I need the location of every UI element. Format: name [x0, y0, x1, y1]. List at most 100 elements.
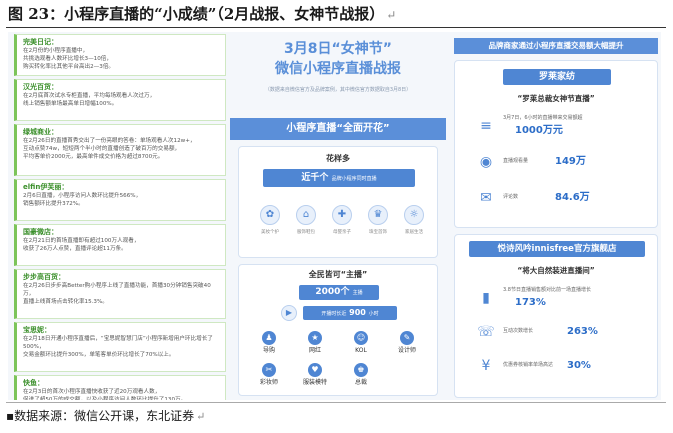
brand1-name: 罗莱家纺: [503, 69, 611, 85]
host-role-label: 网红: [308, 347, 321, 354]
brand-result-title: 步步高百货：: [23, 273, 65, 281]
comment-icon: ✉: [480, 190, 492, 206]
person-icon: ♥: [308, 363, 322, 377]
hosts-box: 全民皆可“主播” 2000个 主播 ▶ 开播时长近 900 小时 ♟ 导购 ★ 网红 ☺…: [238, 264, 438, 396]
brand-results-column: 完美日记： 在2月份的小程序直播中， 共挑选观看人数环比增长3—10倍， 购买转化率比…: [14, 34, 226, 400]
right-top-band: 品牌商家通过小程序直播交易额大幅提升: [454, 38, 658, 54]
stat-value: 173%: [515, 297, 546, 308]
person-icon: ☺: [354, 331, 368, 345]
brand-result-line: 平均客单价2000元，最高单件成交价格为超过8700元。: [23, 154, 164, 160]
category-label: 美妆个护: [261, 230, 279, 235]
stat-value: 149万: [555, 156, 586, 167]
brand-result-title: 宝思妮：: [23, 326, 51, 334]
host-role: ♟ 导购: [251, 331, 287, 355]
brand-result-title: 完美日记：: [23, 38, 58, 46]
brand-result-card: 国豪微店： 在2月21日的首场直播即有超过100万人观看， 收获了26万人点赞，直播…: [14, 224, 226, 266]
brand1-quote: “罗莱总裁女神节直播”: [517, 94, 595, 103]
video-icon: ▶: [281, 305, 297, 321]
brand-result-line: 在2月3日的首次小程序直播快收获了近20万观看人数，: [23, 389, 161, 395]
brand-result-title: 快鱼：: [23, 379, 44, 387]
brand2-name: 悦诗风吟innisfree官方旗舰店: [469, 241, 645, 257]
host-role: ✂ 彩妆师: [251, 363, 287, 387]
brand-result-line: 在2月26日步步高Better购小程序上线了直播功能，首播30分钟销售突破40万…: [23, 283, 211, 297]
brand-result-title: 汉光百货：: [23, 83, 58, 91]
host-role: ♥ 服装模特: [297, 363, 333, 387]
brand-result-line: 在2月26日的直播首秀交出了一份亮眼的答卷：单场观看人次12w+，: [23, 138, 196, 144]
host-role-label: 服装模特: [302, 379, 327, 386]
bottom-rule: [6, 402, 666, 403]
host-role-label: 设计师: [397, 347, 416, 354]
host-count-unit: 主播: [352, 290, 363, 296]
host-role: ☺ KOL: [343, 331, 379, 355]
person-icon: ♚: [354, 363, 368, 377]
brand-result-line: 交易金额环比提升300%，单笔客单价环比增长了70%以上。: [23, 352, 175, 358]
variety-box: 花样多 近千个 品牌小程序同时直播 ✿ 美妆个护 ⌂ 服饰鞋包 ✚ 母婴亲子 ♛ 珠宝首饰 ☼ 家…: [238, 146, 438, 258]
brand-count-label: 品牌小程序同时直播: [331, 176, 377, 182]
hosts-title: 全民皆可“主播”: [308, 270, 368, 279]
hours-unit: 小时: [368, 311, 379, 317]
database-icon: ≡: [480, 118, 492, 134]
host-count-value: 2000个: [315, 287, 350, 297]
hero-note: （数据来自微信官方及品牌案例，其中微信官方数据取自3月8日）: [264, 87, 412, 93]
brand-result-line: 在2月21日的首场直播即有超过100万人观看，: [23, 238, 140, 244]
host-role-label: 彩妆师: [259, 379, 278, 386]
overview-column: 3月8日“女神节” 微信小程序直播战报 （数据来自微信官方及品牌案例，其中微信官…: [230, 32, 446, 400]
brand-result-line: 在2月份的小程序直播中，: [23, 48, 89, 54]
brand-cases-column: 品牌商家通过小程序直播交易额大幅提升 罗莱家纺 “罗莱总裁女神节直播” ≡ 3月7…: [450, 32, 661, 400]
hero-title-line1: 3月8日“女神节”: [284, 41, 392, 57]
brand-count-pill: 近千个 品牌小程序同时直播: [263, 169, 415, 187]
stat-value: 30%: [567, 360, 591, 371]
stat-value: 1000万元: [515, 125, 563, 136]
category-icon: ✚: [332, 205, 352, 225]
category-label: 服饰鞋包: [297, 230, 315, 235]
hours-label: 开播时长近: [321, 311, 347, 317]
stat-value: 263%: [567, 326, 598, 337]
source-text: ▪数据来源：微信公开课，东北证券: [6, 409, 195, 423]
brand1-card: 罗莱家纺 “罗莱总裁女神节直播” ≡ 3月7日，6小时的直播带来交易额超 1000万…: [454, 60, 658, 228]
stat-label: 3月7日，6小时的直播带来交易额超: [503, 115, 583, 121]
hours-pill: 开播时长近 900 小时: [303, 306, 397, 320]
brand-result-card: 快鱼： 在2月3日的首次小程序直播快收获了近20万观看人数， 促进了超50万的成交额…: [14, 375, 226, 400]
hours-value: 900: [349, 308, 366, 317]
host-role: ♚ 总裁: [343, 363, 379, 387]
host-role: ✎ 设计师: [389, 331, 425, 355]
hero-title-line2: 微信小程序直播战报: [275, 61, 401, 77]
brand-result-line: 直播上线首场点击转化率15.3%。: [23, 299, 108, 305]
brand-result-card: 完美日记： 在2月份的小程序直播中， 共挑选观看人数环比增长3—10倍， 购买转化率比…: [14, 34, 226, 76]
brand-count-value: 近千个: [301, 173, 329, 183]
host-role-label: KOL: [355, 347, 367, 354]
brand-result-card: 宝思妮： 在2月18日开通小程序直播后，“宝思妮智慧门店”小程序新增用户环比增长了…: [14, 322, 226, 372]
return-mark: ↵: [386, 8, 397, 22]
category-label: 母婴亲子: [333, 230, 351, 235]
host-count-pill: 2000个 主播: [299, 285, 379, 300]
brand-result-card: 步步高百货： 在2月26日步步高Better购小程序上线了直播功能，首播30分钟销…: [14, 269, 226, 319]
brand2-card: 悦诗风吟innisfree官方旗舰店 “将大自然装进直播间” ▮ 3.8节日直播销…: [454, 234, 658, 398]
category-icon: ☼: [404, 205, 424, 225]
brand-result-line: 收获了26万人点赞，直播评论超11万条。: [23, 246, 127, 252]
coupon-icon: ¥: [481, 358, 491, 374]
brand-result-line: 互动点赞74w，短短两个半小时的直播创造了破百万的交易额，: [23, 146, 181, 152]
title-rule: [6, 27, 666, 28]
brand-result-line: 共挑选观看人数环比增长3—10倍，: [23, 56, 112, 62]
brand-result-line: 销售额环比提升372%。: [23, 201, 84, 207]
category-label: 家居生活: [405, 230, 423, 235]
person-icon: ✎: [400, 331, 414, 345]
bar-chart-icon: ▮: [482, 290, 490, 306]
person-icon: ♟: [262, 331, 276, 345]
source-note: ▪数据来源：微信公开课，东北证券 ↵: [6, 406, 666, 426]
chat-icon: ☏: [477, 324, 495, 340]
host-role: ★ 网红: [297, 331, 333, 355]
brand-result-line: 线上销售额单场最高单日增幅100%。: [23, 101, 118, 107]
category-label: 珠宝首饰: [369, 230, 387, 235]
brand-result-card: 绿城商业： 在2月26日的直播首秀交出了一份亮眼的答卷：单场观看人次12w+， 互动…: [14, 124, 226, 176]
person-icon: ★: [308, 331, 322, 345]
figure-title-text: 图 23：小程序直播的“小成绩”（2月战报、女神节战报）: [8, 5, 385, 23]
brand-result-line: 在2月底首次试水专柜直播，平均每场观看人次过万，: [23, 93, 156, 99]
brand-result-card: 汉光百货： 在2月底首次试水专柜直播，平均每场观看人次过万， 线上销售额单场最高单日…: [14, 79, 226, 121]
brand-result-title: 绿城商业：: [23, 128, 58, 136]
infographic-panel: 完美日记： 在2月份的小程序直播中， 共挑选观看人数环比增长3—10倍， 购买转化率比…: [8, 32, 661, 400]
variety-title: 花样多: [326, 154, 350, 163]
section-band: 小程序直播“全面开花”: [230, 118, 446, 140]
category-icon: ⌂: [296, 205, 316, 225]
brand-result-line: 促进了超50万的成交额，以及小程序访问人数环比提升了130万。: [23, 397, 187, 400]
